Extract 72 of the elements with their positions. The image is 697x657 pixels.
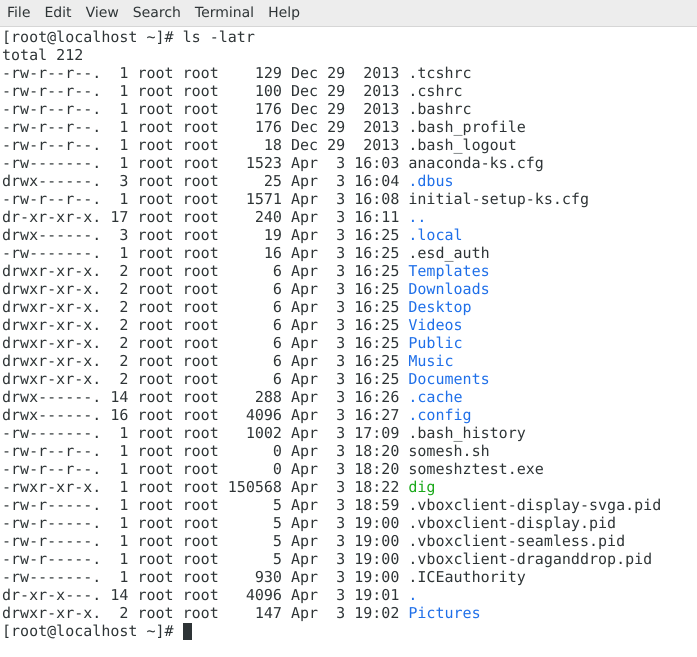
file-details: -rwxr-xr-x. 1 root root 150568 Apr 3 18:22 (2, 478, 400, 496)
file-name: .bash_logout (408, 136, 517, 154)
file-details: -rw-------. 1 root root 930 Apr 3 19:00 (2, 568, 400, 586)
menu-item[interactable]: File (7, 5, 38, 21)
file-name: Videos (408, 316, 463, 334)
file-details: -rw-r--r--. 1 root root 0 Apr 3 18:20 (2, 442, 400, 460)
file-details: drwx------. 3 root root 19 Apr 3 16:25 (2, 226, 400, 244)
file-name: .config (408, 406, 472, 424)
file-details: drwxr-xr-x. 2 root root 6 Apr 3 16:25 (2, 298, 400, 316)
file-name: Music (408, 352, 454, 370)
file-details: -rw-r-----. 1 root root 5 Apr 3 19:00 (2, 532, 400, 550)
file-details: -rw-r--r--. 1 root root 176 Dec 29 2013 (2, 118, 400, 136)
file-name: Public (408, 334, 463, 352)
file-details: -rw-------. 1 root root 16 Apr 3 16:25 (2, 244, 400, 262)
file-details: -rw-r-----. 1 root root 5 Apr 3 18:59 (2, 496, 400, 514)
file-name: someshztest.exe (408, 460, 544, 478)
file-name: .tcshrc (408, 64, 472, 82)
file-name: Documents (408, 370, 490, 388)
file-name: .vboxclient-draganddrop.pid (408, 550, 652, 568)
file-name: Desktop (408, 298, 472, 316)
file-name: Pictures (408, 604, 481, 622)
file-details: -rw-r-----. 1 root root 5 Apr 3 19:00 (2, 550, 400, 568)
output-text: total 212 (2, 46, 84, 64)
cursor-icon (182, 622, 192, 640)
file-details: -rw-r--r--. 1 root root 129 Dec 29 2013 (2, 64, 400, 82)
file-details: -rw-r--r--. 1 root root 18 Dec 29 2013 (2, 136, 400, 154)
prompt-text: [root@localhost ~]# (2, 622, 174, 640)
file-details: -rw-------. 1 root root 1523 Apr 3 16:03 (2, 154, 400, 172)
file-details: drwxr-xr-x. 2 root root 6 Apr 3 16:25 (2, 370, 400, 388)
file-name: .vboxclient-display.pid (408, 514, 616, 532)
file-name: .. (408, 208, 426, 226)
file-details: drwxr-xr-x. 2 root root 6 Apr 3 16:25 (2, 352, 400, 370)
file-details: -rw-r--r--. 1 root root 100 Dec 29 2013 (2, 82, 400, 100)
file-name: dig (408, 478, 436, 496)
file-details: drwx------. 16 root root 4096 Apr 3 16:27 (2, 406, 400, 424)
file-name: . (408, 586, 418, 604)
file-name: .cache (408, 388, 463, 406)
file-name: .cshrc (408, 82, 463, 100)
file-name: .ICEauthority (408, 568, 526, 586)
file-name: .bash_profile (408, 118, 526, 136)
file-name: .dbus (408, 172, 454, 190)
file-details: drwx------. 3 root root 25 Apr 3 16:04 (2, 172, 400, 190)
file-details: -rw-r--r--. 1 root root 176 Dec 29 2013 (2, 100, 400, 118)
menu-item[interactable]: View (86, 5, 126, 21)
file-name: .vboxclient-display-svga.pid (408, 496, 662, 514)
file-details: dr-xr-xr-x. 17 root root 240 Apr 3 16:11 (2, 208, 400, 226)
menu-item[interactable]: Terminal (194, 5, 262, 21)
file-details: -rw-------. 1 root root 1002 Apr 3 17:09 (2, 424, 400, 442)
file-name: somesh.sh (408, 442, 490, 460)
file-name: .bash_history (408, 424, 526, 442)
file-name: anaconda-ks.cfg (408, 154, 544, 172)
file-name: .bashrc (408, 100, 472, 118)
command-line: [root@localhost ~]# ls -latr (2, 28, 255, 46)
file-name: .esd_auth (408, 244, 490, 262)
file-details: dr-xr-x---. 14 root root 4096 Apr 3 19:01 (2, 586, 400, 604)
file-name: Downloads (408, 280, 490, 298)
menu-item[interactable]: Search (132, 5, 188, 21)
file-name: .local (408, 226, 463, 244)
menu-item[interactable]: Help (268, 5, 307, 21)
file-name: .vboxclient-seamless.pid (408, 532, 626, 550)
file-name: initial-setup-ks.cfg (408, 190, 589, 208)
file-details: -rw-r-----. 1 root root 5 Apr 3 19:00 (2, 514, 400, 532)
file-details: drwxr-xr-x. 2 root root 6 Apr 3 16:25 (2, 280, 400, 298)
file-details: drwxr-xr-x. 2 root root 6 Apr 3 16:25 (2, 334, 400, 352)
file-details: drwxr-xr-x. 2 root root 147 Apr 3 19:02 (2, 604, 400, 622)
file-details: -rw-r--r--. 1 root root 0 Apr 3 18:20 (2, 460, 400, 478)
menu-item[interactable]: Edit (44, 5, 79, 21)
file-details: drwx------. 14 root root 288 Apr 3 16:26 (2, 388, 400, 406)
file-details: -rw-r--r--. 1 root root 1571 Apr 3 16:08 (2, 190, 400, 208)
file-details: drwxr-xr-x. 2 root root 6 Apr 3 16:25 (2, 262, 400, 280)
file-details: drwxr-xr-x. 2 root root 6 Apr 3 16:25 (2, 316, 400, 334)
file-name: Templates (408, 262, 490, 280)
